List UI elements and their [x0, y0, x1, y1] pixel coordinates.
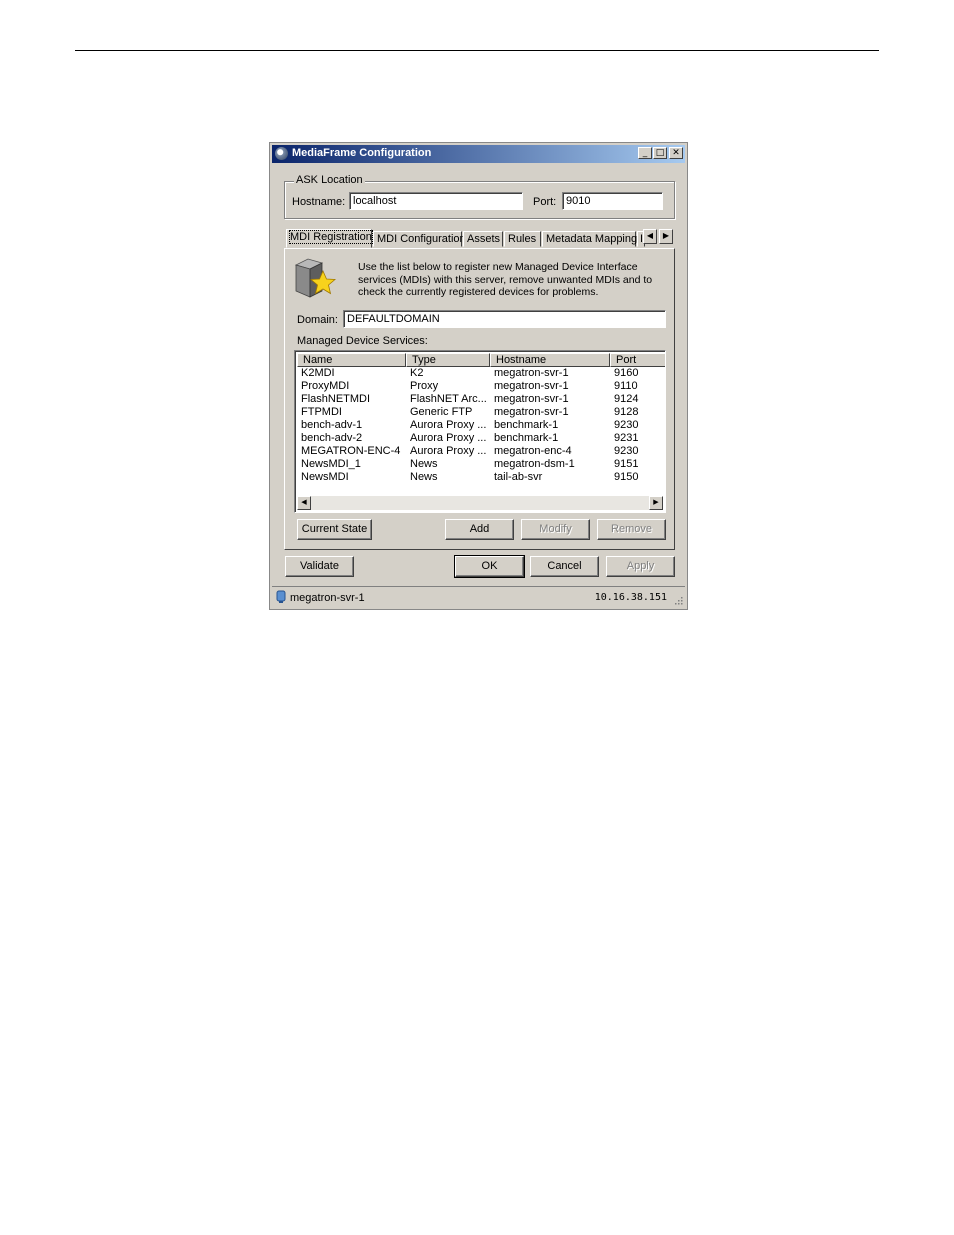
- row-port-cell: 9124: [614, 393, 639, 405]
- tab-rules[interactable]: Rules: [504, 231, 541, 247]
- row-hostname-cell: megatron-svr-1: [494, 367, 569, 379]
- row-port-cell: 9231: [614, 432, 639, 444]
- row-type-cell: Proxy: [410, 380, 439, 392]
- row-name-cell: ProxyMDI: [301, 380, 350, 392]
- column-port[interactable]: Port: [610, 353, 665, 367]
- column-name[interactable]: Name: [297, 353, 406, 367]
- mdi-server-star-icon: [294, 258, 337, 298]
- row-name-cell: bench-adv-1: [301, 419, 363, 431]
- domain-field[interactable]: DEFAULTDOMAIN: [343, 310, 666, 328]
- row-name-cell: NewsMDI_1: [301, 458, 361, 470]
- port-label: Port:: [533, 196, 557, 208]
- resize-grip-icon[interactable]: [673, 595, 683, 605]
- tab-scroll-left-icon[interactable]: ◀: [643, 229, 657, 244]
- scroll-right-icon[interactable]: ▶: [649, 496, 663, 510]
- row-name-cell: NewsMDI: [301, 471, 349, 483]
- row-name-cell: bench-adv-2: [301, 432, 363, 444]
- domain-label: Domain:: [297, 314, 338, 326]
- horizontal-scrollbar[interactable]: ◀ ▶: [297, 496, 663, 510]
- row-port-cell: 9230: [614, 419, 639, 431]
- status-bar: megatron-svr-1 10.16.38.151: [272, 586, 685, 607]
- cancel-button[interactable]: Cancel: [530, 556, 599, 577]
- row-type-cell: Aurora Proxy ...: [410, 432, 487, 444]
- mdi-description: Use the list below to register new Manag…: [358, 261, 653, 298]
- row-hostname-cell: megatron-svr-1: [494, 380, 569, 392]
- row-hostname-cell: megatron-enc-4: [494, 445, 572, 457]
- tab-mdi-registration[interactable]: MDI Registration: [286, 229, 373, 248]
- validate-button[interactable]: Validate: [285, 556, 354, 577]
- row-type-cell: News: [410, 458, 438, 470]
- row-port-cell: 9151: [614, 458, 639, 470]
- ask-location-legend: ASK Location: [294, 174, 365, 186]
- hostname-label: Hostname:: [292, 196, 346, 208]
- ask-location-group: ASK Location Hostname: localhost Port: 9…: [284, 174, 675, 219]
- server-status-icon: [276, 590, 286, 603]
- column-hostname[interactable]: Hostname: [490, 353, 610, 367]
- mediaframe-config-dialog: MediaFrame Configuration _ □ ✕ ASK Locat…: [269, 142, 688, 610]
- row-port-cell: 9128: [614, 406, 639, 418]
- row-port-cell: 9110: [614, 380, 638, 392]
- table-row[interactable]: bench-adv-1 Aurora Proxy ... benchmark-1 92…: [297, 419, 663, 432]
- managed-services-list[interactable]: Name Type Hostname Port K2MDI K2 megatron-…: [294, 350, 666, 513]
- close-button[interactable]: ✕: [669, 147, 683, 159]
- tab-mdi-registration-label: MDI Registration: [289, 230, 373, 244]
- row-hostname-cell: megatron-svr-1: [494, 406, 569, 418]
- scroll-left-icon[interactable]: ◀: [297, 496, 311, 510]
- maximize-button[interactable]: □: [653, 147, 667, 159]
- remove-button[interactable]: Remove: [597, 519, 666, 540]
- app-icon: [275, 147, 288, 160]
- tab-rules-label: Rules: [508, 233, 537, 245]
- table-row[interactable]: FTPMDI Generic FTP megatron-svr-1 9128: [297, 406, 663, 419]
- tab-mdi-configuration[interactable]: MDI Configuration: [373, 231, 466, 247]
- row-name-cell: FlashNETMDI: [301, 393, 371, 405]
- row-port-cell: 9150: [614, 471, 639, 483]
- tab-assets[interactable]: Assets: [463, 231, 503, 247]
- row-hostname-cell: benchmark-1: [494, 432, 559, 444]
- row-hostname-cell: megatron-svr-1: [494, 393, 569, 405]
- row-type-cell: News: [410, 471, 438, 483]
- table-row[interactable]: ProxyMDI Proxy megatron-svr-1 9110: [297, 380, 663, 393]
- row-hostname-cell: megatron-dsm-1: [494, 458, 575, 470]
- table-row[interactable]: K2MDI K2 megatron-svr-1 9160: [297, 367, 663, 380]
- row-name-cell: K2MDI: [301, 367, 335, 379]
- port-field[interactable]: 9010: [562, 192, 663, 210]
- row-port-cell: 9230: [614, 445, 639, 457]
- column-type[interactable]: Type: [406, 353, 490, 367]
- table-row[interactable]: NewsMDI_1 News megatron-dsm-1 9151: [297, 458, 663, 471]
- row-name-cell: MEGATRON-ENC-4: [301, 445, 401, 457]
- title-bar[interactable]: MediaFrame Configuration _ □ ✕: [272, 145, 685, 163]
- row-type-cell: Aurora Proxy ...: [410, 419, 487, 431]
- row-hostname-cell: benchmark-1: [494, 419, 559, 431]
- row-name-cell: FTPMDI: [301, 406, 342, 418]
- modify-button[interactable]: Modify: [521, 519, 590, 540]
- status-server-name: megatron-svr-1: [290, 592, 365, 604]
- current-state-button[interactable]: Current State: [297, 519, 372, 540]
- row-type-cell: K2: [410, 367, 424, 379]
- tab-mdi-configuration-label: MDI Configuration: [377, 233, 466, 245]
- apply-button[interactable]: Apply: [606, 556, 675, 577]
- row-type-cell: FlashNET Arc...: [410, 393, 487, 405]
- tab-metadata-mapping[interactable]: Metadata Mapping: [542, 231, 638, 247]
- window-title: MediaFrame Configuration: [292, 147, 432, 159]
- row-type-cell: Generic FTP: [410, 406, 473, 418]
- hostname-field[interactable]: localhost: [349, 192, 523, 210]
- table-row[interactable]: MEGATRON-ENC-4 Aurora Proxy ... megatron-e…: [297, 445, 663, 458]
- status-ip-address: 10.16.38.151: [594, 592, 667, 603]
- ok-button[interactable]: OK: [454, 555, 525, 578]
- add-button[interactable]: Add: [445, 519, 514, 540]
- table-row[interactable]: bench-adv-2 Aurora Proxy ... benchmark-1 92…: [297, 432, 663, 445]
- row-port-cell: 9160: [614, 367, 639, 379]
- row-type-cell: Aurora Proxy ...: [410, 445, 487, 457]
- services-label: Managed Device Services:: [297, 335, 428, 347]
- row-hostname-cell: tail-ab-svr: [494, 471, 543, 483]
- tab-assets-label: Assets: [467, 233, 501, 245]
- table-row[interactable]: NewsMDI News tail-ab-svr 9150: [297, 471, 663, 484]
- tab-scroll-right-icon[interactable]: ▶: [659, 229, 673, 244]
- table-row[interactable]: FlashNETMDI FlashNET Arc... megatron-svr-1…: [297, 393, 663, 406]
- tab-metadata-mapping-label: Metadata Mapping: [546, 233, 638, 245]
- minimize-button[interactable]: _: [638, 147, 652, 159]
- page-header-rule: [75, 50, 879, 51]
